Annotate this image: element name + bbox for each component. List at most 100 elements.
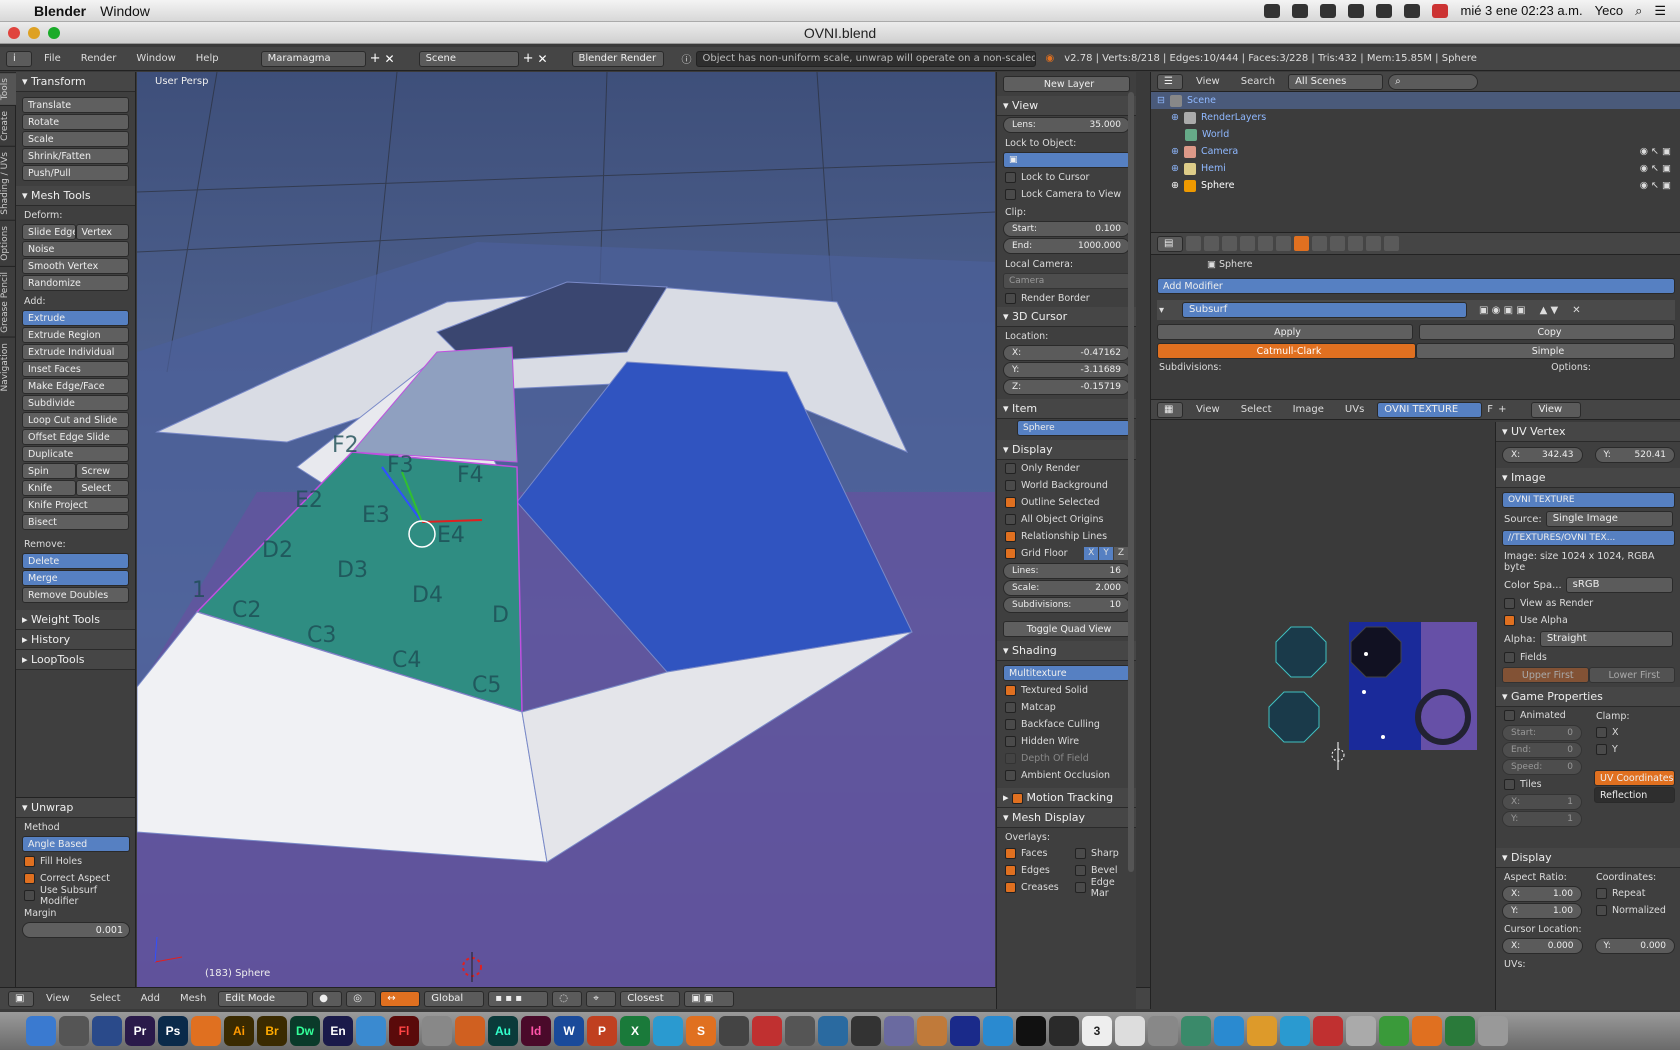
upper-first-option[interactable]: Upper First	[1502, 667, 1589, 683]
view-as-render-checkbox[interactable]: View as Render	[1496, 595, 1680, 612]
app-icon[interactable]	[1412, 1016, 1442, 1046]
duplicate-button[interactable]: Duplicate	[22, 446, 129, 462]
new-image-icon[interactable]: +	[1498, 404, 1506, 415]
scale-button[interactable]: Scale	[22, 131, 129, 147]
outliner-row-renderlayers[interactable]: ⊕ RenderLayers	[1151, 109, 1680, 126]
image-panel-header[interactable]: ▾ Image	[1496, 468, 1680, 488]
shading-select[interactable]: ●	[312, 990, 343, 1007]
render-engine-select[interactable]: Blender Render	[571, 50, 664, 67]
tab-navigation[interactable]: Navigation	[0, 337, 16, 398]
time-machine-icon[interactable]	[1348, 3, 1365, 18]
extrude-dropdown[interactable]: Extrude	[22, 310, 129, 326]
simple-option[interactable]: Simple	[1416, 343, 1675, 359]
inset-faces-button[interactable]: Inset Faces	[22, 361, 129, 377]
spotlight-icon[interactable]: ⌕	[1635, 3, 1642, 19]
unwrap-method-select[interactable]: Angle Based	[22, 836, 130, 852]
use-subsurf-checkbox[interactable]: Use Subsurf Modifier	[16, 885, 135, 907]
view-mode-select[interactable]: View	[1531, 401, 1582, 418]
only-render-checkbox[interactable]: Only Render	[997, 460, 1136, 477]
reflection-option[interactable]: Reflection	[1594, 787, 1675, 803]
app-icon[interactable]	[785, 1016, 815, 1046]
aspect-y-field[interactable]: Y: 1.00	[1502, 903, 1582, 919]
use-alpha-checkbox[interactable]: Use Alpha	[1496, 612, 1680, 629]
cursor-y-field[interactable]: Y: 0.000	[1594, 938, 1675, 954]
backface-culling-checkbox[interactable]: Backface Culling	[997, 716, 1136, 733]
mesh-tools-panel-header[interactable]: ▾ Mesh Tools	[16, 186, 135, 206]
uv-vertex-panel-header[interactable]: ▾ UV Vertex	[1496, 422, 1680, 442]
menu-select[interactable]: Select	[82, 993, 129, 1004]
game-properties-panel-header[interactable]: ▾ Game Properties	[1496, 687, 1680, 707]
scene-tab-icon[interactable]	[1222, 236, 1237, 251]
outliner-search-input[interactable]: ⌕	[1388, 73, 1479, 90]
pivot-select[interactable]: ◎	[346, 990, 377, 1007]
excel-icon[interactable]: X	[620, 1016, 650, 1046]
scene-selector[interactable]: Scene	[418, 50, 519, 67]
colorspace-select[interactable]: sRGB	[1565, 577, 1673, 593]
source-select[interactable]: Single Image	[1545, 511, 1673, 527]
cursor-y-field[interactable]: Y: -3.11689	[1003, 362, 1130, 378]
textured-solid-checkbox[interactable]: Textured Solid	[997, 682, 1136, 699]
proportional-edit[interactable]: ◌	[552, 990, 583, 1007]
merge-dropdown[interactable]: Merge	[22, 570, 129, 586]
launchpad-icon[interactable]	[59, 1016, 89, 1046]
app-icon[interactable]	[851, 1016, 881, 1046]
display-panel-header[interactable]: ▾ Display	[1496, 848, 1680, 868]
image-filepath-field[interactable]: //TEXTURES/OVNI TEX...	[1502, 530, 1675, 546]
transform-panel-header[interactable]: ▾ Transform	[16, 72, 135, 92]
uv-layout[interactable]	[1151, 422, 1493, 1010]
add-scene-icon[interactable]: +	[523, 51, 534, 66]
app-icon[interactable]	[1379, 1016, 1409, 1046]
menu-view[interactable]: View	[38, 993, 78, 1004]
shading-mode-select[interactable]: Multitexture	[1003, 665, 1130, 681]
apply-button[interactable]: Apply	[1157, 324, 1413, 340]
outliner-row-camera[interactable]: ⊕ Camera ◉ ↖ ▣	[1151, 143, 1680, 160]
animated-checkbox[interactable]: Animated	[1496, 707, 1588, 724]
knife-select-button[interactable]: Select	[75, 480, 129, 496]
matcap-checkbox[interactable]: Matcap	[997, 699, 1136, 716]
screw-button[interactable]: Screw	[75, 463, 129, 479]
randomize-button[interactable]: Randomize	[22, 275, 129, 291]
uv-vertex[interactable]	[1364, 652, 1368, 656]
repeat-checkbox[interactable]: Repeat	[1588, 885, 1680, 902]
all-origins-checkbox[interactable]: All Object Origins	[997, 511, 1136, 528]
app-icon[interactable]	[1214, 1016, 1244, 1046]
browser-icon[interactable]	[356, 1016, 386, 1046]
fill-holes-checkbox[interactable]: Fill Holes	[16, 853, 135, 870]
layout-selector[interactable]: Maramagma	[260, 50, 366, 67]
subdivide-button[interactable]: Subdivide	[22, 395, 129, 411]
constraints-tab-icon[interactable]	[1276, 236, 1291, 251]
window-menu[interactable]: Window	[100, 3, 150, 19]
unwrap-panel-header[interactable]: ▾ Unwrap	[16, 798, 135, 818]
alpha-select[interactable]: Straight	[1539, 631, 1673, 647]
extrude-region-button[interactable]: Extrude Region	[22, 327, 129, 343]
photoshop-icon[interactable]: Ps	[158, 1016, 188, 1046]
user-name[interactable]: Yeco	[1595, 3, 1623, 18]
shading-panel-header[interactable]: ▾ Shading	[997, 641, 1136, 661]
outliner-row-world[interactable]: World	[1151, 126, 1680, 143]
move-up-icon[interactable]: ▲ ▼	[1540, 305, 1559, 316]
menu-file[interactable]: File	[36, 53, 69, 64]
remove-layout-icon[interactable]: ✕	[385, 52, 395, 66]
cursor-x-field[interactable]: X: 0.000	[1502, 938, 1583, 954]
item-name-field[interactable]: Sphere	[1017, 420, 1130, 436]
remove-scene-icon[interactable]: ✕	[537, 52, 547, 66]
app-icon[interactable]	[917, 1016, 947, 1046]
layers-tab-icon[interactable]	[1204, 236, 1219, 251]
app-icon[interactable]	[1445, 1016, 1475, 1046]
snap-target-select[interactable]: Closest	[620, 990, 681, 1007]
view-panel-header[interactable]: ▾ View	[997, 96, 1136, 116]
app-icon[interactable]	[983, 1016, 1013, 1046]
flash-icon[interactable]: Fl	[389, 1016, 419, 1046]
uv-x-field[interactable]: X: 342.43	[1502, 447, 1583, 463]
hidden-wire-checkbox[interactable]: Hidden Wire	[997, 733, 1136, 750]
uv-island[interactable]	[1350, 626, 1402, 678]
sharp-checkbox[interactable]: Sharp	[1067, 845, 1127, 862]
select-mode-buttons[interactable]: ▪ ▪ ▪	[488, 990, 549, 1007]
app-icon[interactable]	[653, 1016, 683, 1046]
anim-start-field[interactable]: Start: 0	[1502, 725, 1582, 741]
visibility-icon[interactable]: ◉ ↖ ▣	[1640, 163, 1680, 174]
display-panel-header[interactable]: ▾ Display	[997, 440, 1136, 460]
uv-island[interactable]	[1275, 626, 1327, 678]
normalized-checkbox[interactable]: Normalized	[1588, 902, 1680, 919]
push-pull-button[interactable]: Push/Pull	[22, 165, 129, 181]
